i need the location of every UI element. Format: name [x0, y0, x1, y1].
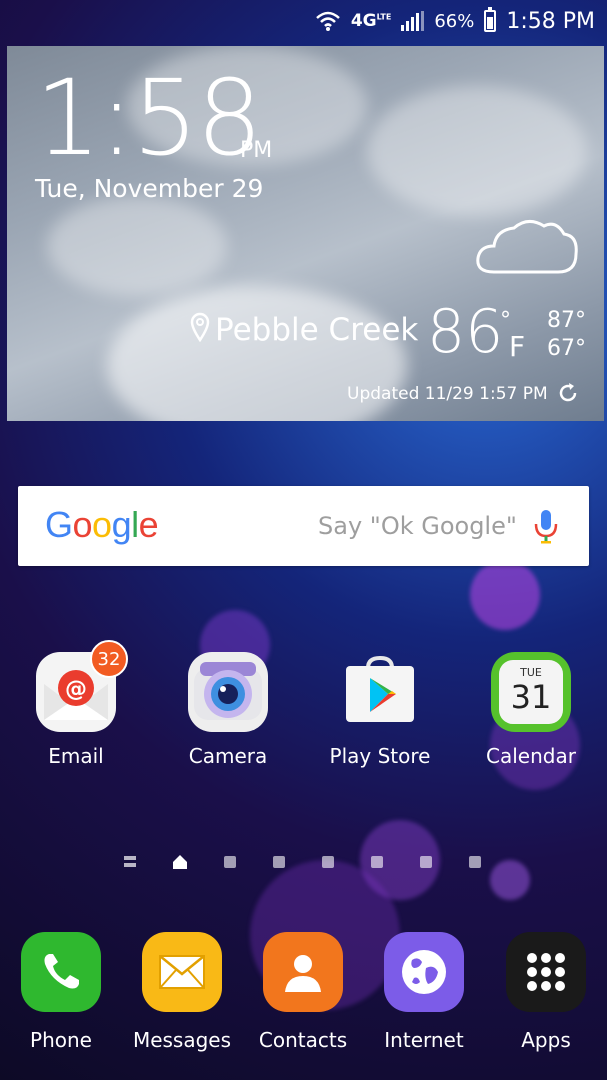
app-label: Calendar — [486, 744, 576, 768]
home-page-icon[interactable] — [172, 854, 188, 870]
dock-internet[interactable]: Internet — [364, 932, 484, 1052]
microphone-icon[interactable] — [533, 508, 559, 546]
unread-count-badge: 32 — [90, 640, 128, 678]
page-indicator[interactable] — [124, 854, 484, 870]
battery-icon — [484, 7, 497, 32]
app-label: Camera — [188, 744, 268, 768]
low-temperature: 67° — [547, 336, 586, 361]
clock-ampm: PM — [240, 138, 273, 163]
page-dot[interactable] — [273, 856, 285, 868]
messages-icon — [142, 932, 222, 1012]
clock-time[interactable]: 1:58 — [35, 66, 263, 170]
dock-contacts[interactable]: Contacts — [243, 932, 363, 1052]
play-store-icon — [340, 652, 420, 732]
dock-phone[interactable]: Phone — [1, 932, 121, 1052]
page-list-icon[interactable] — [124, 856, 138, 868]
weather-location[interactable]: Pebble Creek — [215, 312, 418, 348]
wallpaper-bokeh — [470, 560, 540, 630]
app-label: Contacts — [258, 1028, 348, 1052]
wifi-icon — [315, 11, 340, 31]
high-temperature: 87° — [547, 308, 586, 333]
google-logo-letter: o — [72, 504, 93, 545]
app-label: Email — [48, 744, 104, 768]
internet-icon — [384, 932, 464, 1012]
status-bar[interactable]: 4GLTE 66% 1:58 PM — [0, 0, 607, 42]
app-label: Messages — [132, 1028, 232, 1052]
search-hint[interactable]: Say "Ok Google" — [318, 512, 517, 540]
svg-text:@: @ — [65, 677, 87, 702]
dock-apps[interactable]: Apps — [486, 932, 606, 1052]
clock-weather-widget[interactable]: 1:58 PM Tue, November 29 Pebble Creek 86… — [7, 46, 604, 421]
google-search-bar[interactable]: Google Say "Ok Google" — [18, 486, 589, 566]
current-temperature: 86 — [427, 297, 504, 367]
contacts-icon — [263, 932, 343, 1012]
calendar-date: 31 — [511, 678, 552, 716]
phone-icon — [21, 932, 101, 1012]
google-logo: Google — [45, 504, 159, 546]
status-time: 1:58 PM — [506, 8, 595, 34]
apps-grid-icon — [506, 932, 586, 1012]
wallpaper-bokeh — [490, 860, 530, 900]
google-logo-letter: e — [138, 504, 159, 545]
signal-strength-icon — [401, 11, 425, 31]
app-email[interactable]: @ 32 Email — [21, 640, 131, 768]
battery-percent: 66% — [434, 10, 475, 32]
app-label: Apps — [521, 1028, 571, 1052]
page-dot[interactable] — [420, 856, 432, 868]
calendar-icon: TUE 31 — [491, 652, 571, 732]
location-pin-icon — [190, 312, 210, 342]
network-sub-label: LTE — [376, 12, 392, 22]
app-calendar[interactable]: TUE 31 Calendar — [476, 652, 586, 768]
app-camera[interactable]: Camera — [173, 652, 283, 768]
page-dot[interactable] — [224, 856, 236, 868]
page-dot[interactable] — [469, 856, 481, 868]
app-label: Play Store — [329, 744, 431, 768]
temperature-unit: F — [509, 330, 526, 363]
network-label: 4G — [350, 11, 377, 31]
sky-cloud — [47, 196, 227, 296]
sky-cloud — [367, 86, 587, 216]
google-logo-letter: g — [111, 504, 132, 545]
google-logo-letter: G — [45, 504, 73, 545]
clock-date[interactable]: Tue, November 29 — [35, 174, 263, 203]
cloud-icon — [476, 220, 578, 274]
google-logo-letter: l — [131, 504, 139, 545]
refresh-icon[interactable] — [557, 382, 579, 404]
app-play-store[interactable]: Play Store — [325, 652, 435, 768]
dock-messages[interactable]: Messages — [122, 932, 242, 1052]
email-icon: @ 32 — [36, 640, 128, 732]
weather-updated-time: Updated 11/29 1:57 PM — [347, 384, 548, 404]
page-dot[interactable] — [371, 856, 383, 868]
camera-icon — [188, 652, 268, 732]
google-logo-letter: o — [92, 504, 112, 545]
network-type: 4GLTE — [351, 11, 392, 31]
app-label: Phone — [30, 1028, 92, 1052]
page-dot[interactable] — [322, 856, 334, 868]
app-label: Internet — [384, 1028, 464, 1052]
